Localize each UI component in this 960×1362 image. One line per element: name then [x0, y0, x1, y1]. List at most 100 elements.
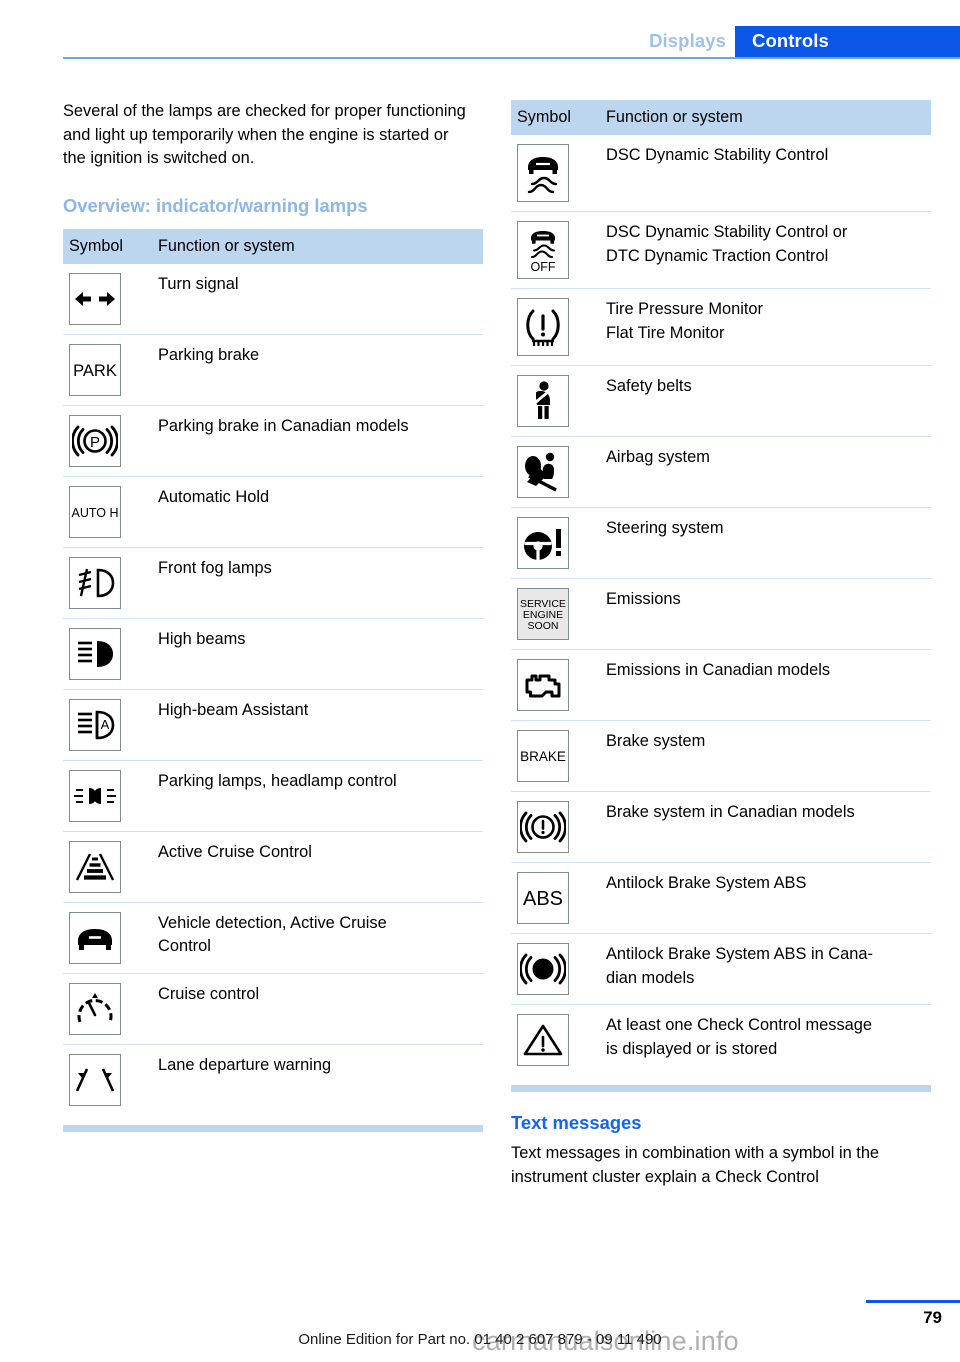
function-cell: High-beam Assistant [155, 689, 483, 761]
lane-departure-icon [69, 1053, 121, 1106]
function-cell: Turn signal [155, 263, 483, 335]
table-row: A High-beam Assistant [63, 689, 483, 761]
svg-text:P: P [90, 434, 100, 451]
table-row: ABS Antilock Brake System ABS in Cana- d… [511, 933, 931, 1005]
service-engine-soon-icon: SERVICE ENGINE SOON [517, 588, 569, 640]
header-divider [63, 57, 960, 59]
row-text: Front fog lamps [158, 558, 272, 577]
right-column: Symbol Function or system DSC Dynamic St… [511, 100, 931, 1189]
section-heading-overview: Overview: indicator/warning lamps [63, 194, 368, 216]
table-row: Front fog lamps [63, 547, 483, 619]
row-text: Antilock Brake System ABS [606, 874, 807, 892]
symbol-cell [63, 973, 155, 1045]
table-row: Safety belts [511, 365, 931, 437]
function-cell: DSC Dynamic Stability Control or DTC Dyn… [603, 211, 931, 289]
row-text-line2: DTC Dynamic Traction Control [606, 246, 829, 265]
function-cell: DSC Dynamic Stability Control [603, 135, 931, 212]
symbol-cell [63, 547, 155, 619]
row-text-line2: is displayed or is stored [606, 1039, 778, 1058]
function-cell: Tire Pressure Monitor Flat Tire Monitor [603, 288, 931, 366]
function-cell: Automatic Hold [155, 476, 483, 548]
table-row: P Parking brake in Canadian models [63, 405, 483, 477]
function-cell: Safety belts [603, 365, 931, 437]
symbol-cell [511, 436, 603, 508]
parking-lamp-icon [69, 769, 121, 822]
table-row: SERVICE ENGINE SOON Emissions [511, 578, 931, 650]
table-row: Brake system in Canadian models [511, 791, 931, 863]
function-cell: Emissions in Canadian models [603, 649, 931, 721]
symbol-cell: OFF [511, 211, 603, 289]
row-text: Parking brake in Canadian models [158, 416, 409, 435]
col-header-symbol: Symbol [517, 108, 571, 126]
page-number-rule [866, 1300, 960, 1303]
row-text: Airbag system [606, 448, 710, 466]
tire-pressure-icon [517, 298, 569, 356]
footer-edition-line: Online Edition for Part no. 01 40 2 607 … [298, 1331, 662, 1348]
row-text: Automatic Hold [158, 487, 270, 506]
dsc-icon [517, 144, 569, 202]
function-cell: Vehicle detection, Active Cruise Control [155, 902, 483, 974]
row-text: Cruise control [158, 984, 260, 1003]
table-header-row: Symbol Function or system [511, 100, 931, 135]
row-text: Tire Pressure Monitor [606, 300, 763, 318]
symbol-cell [511, 135, 603, 212]
symbol-cell [63, 618, 155, 690]
tab-controls-label: Controls [752, 30, 829, 51]
text-messages-paragraph: Text messages in combination with a symb… [511, 1144, 880, 1186]
brake-text-icon: BRAKE [517, 730, 569, 782]
symbol-cell: PARK [63, 334, 155, 406]
svg-text:OFF: OFF [531, 260, 556, 274]
table-row: BRAKE Brake system [511, 720, 931, 792]
table-row: Vehicle detection, Active Cruise Control [63, 902, 483, 974]
dsc-off-icon: OFF [517, 221, 569, 279]
symbol-cell [511, 649, 603, 721]
row-text: Parking brake [158, 345, 260, 364]
row-text-line2: Flat Tire Monitor [606, 323, 725, 342]
function-cell: Antilock Brake System ABS in Cana- dian … [603, 933, 931, 1005]
front-fog-lamp-icon [69, 556, 121, 609]
table-row: Lane departure warning [63, 1044, 483, 1115]
function-cell: At least one Check Control message is di… [603, 1005, 931, 1076]
svg-text:BRAKE: BRAKE [520, 749, 566, 764]
svg-text:ABS: ABS [533, 965, 553, 976]
table-row: OFF DSC Dynamic Stability Control or DTC… [511, 211, 931, 289]
table-row: Airbag system [511, 436, 931, 508]
left-column: Several of the lamps are checked for pro… [63, 100, 483, 1132]
symbol-cell: A [63, 689, 155, 761]
vehicle-detection-icon [69, 911, 121, 964]
symbol-cell [511, 365, 603, 437]
col-header-function: Function or system [606, 108, 743, 126]
high-beam-assistant-icon: A [69, 698, 121, 751]
svg-text:A: A [101, 717, 110, 732]
symbol-cell [511, 507, 603, 579]
col-header-symbol: Symbol [69, 236, 123, 255]
row-text: Turn signal [158, 274, 239, 293]
col-header-function: Function or system [158, 236, 295, 255]
table-row: ABS Antilock Brake System ABS [511, 862, 931, 934]
function-cell: Brake system [603, 720, 931, 792]
svg-text:SOON: SOON [528, 620, 559, 632]
abs-canadian-icon: ABS [517, 943, 569, 995]
row-text: High-beam Assistant [158, 700, 309, 719]
symbol-cell [63, 902, 155, 974]
symbol-cell: ABS [511, 862, 603, 934]
function-cell: Steering system [603, 507, 931, 579]
symbol-cell [511, 791, 603, 863]
function-cell: Parking lamps, headlamp control [155, 760, 483, 832]
tab-controls[interactable]: Controls [735, 26, 960, 58]
svg-text:AUTO H: AUTO H [72, 506, 119, 520]
function-cell: Antilock Brake System ABS [603, 862, 931, 934]
row-text: High beams [158, 629, 246, 648]
row-text: Emissions in Canadian models [606, 661, 831, 679]
row-text: Emissions [606, 590, 681, 608]
check-control-icon [517, 1014, 569, 1066]
table-row: High beams [63, 618, 483, 690]
symbol-cell: ABS [511, 933, 603, 1005]
indicator-lamps-table-right: Symbol Function or system DSC Dynamic St… [511, 100, 931, 1075]
table-row: Turn signal [63, 263, 483, 335]
row-text: Antilock Brake System ABS in Cana- [606, 945, 873, 963]
table-row: AUTO H Automatic Hold [63, 476, 483, 548]
function-cell: Front fog lamps [155, 547, 483, 619]
tab-displays[interactable]: Displays [600, 30, 726, 52]
high-beam-icon [69, 627, 121, 680]
